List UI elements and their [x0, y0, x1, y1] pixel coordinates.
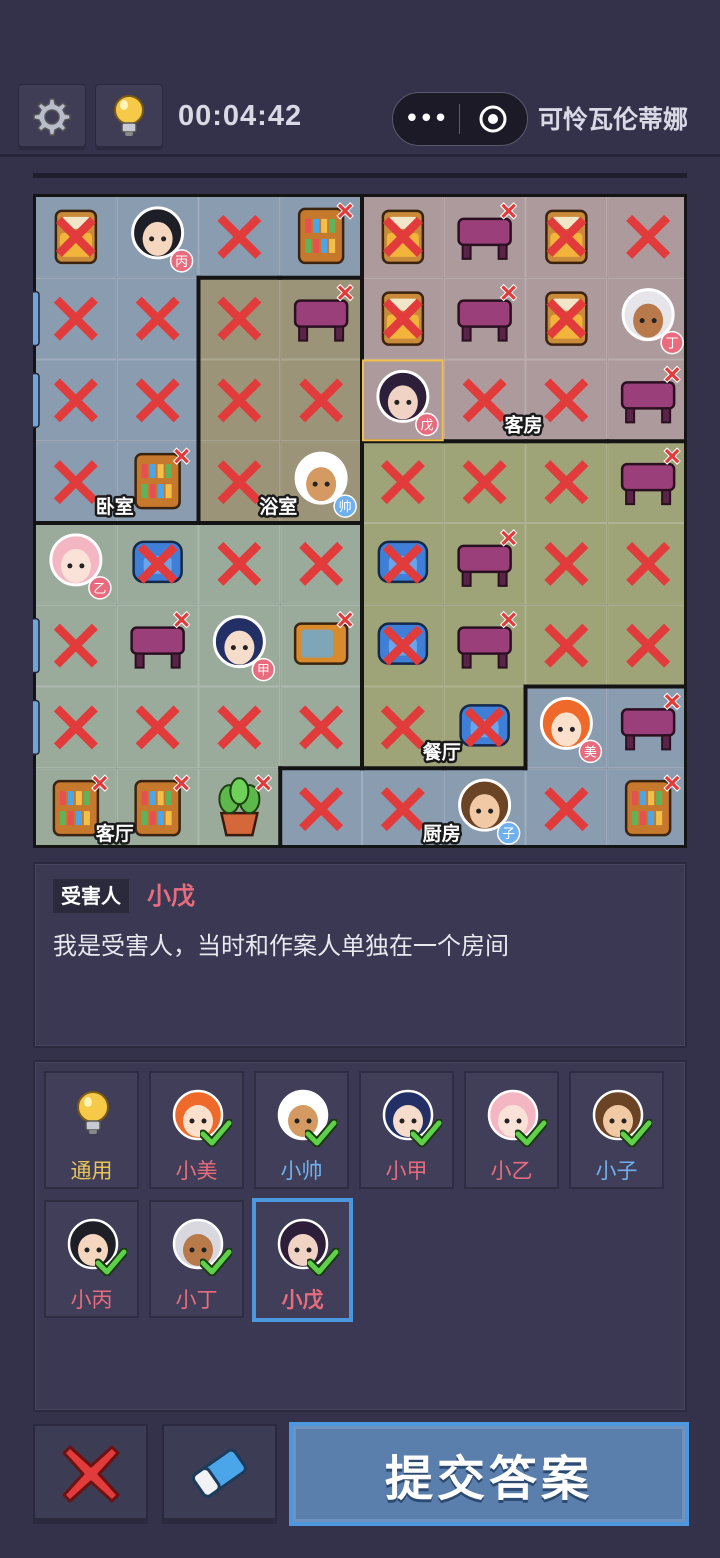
- settings-button[interactable]: [18, 84, 86, 150]
- door-marker: [33, 372, 40, 428]
- character-badge-label: 乙: [93, 582, 106, 597]
- clue-character-name: 小戊: [147, 882, 195, 910]
- door-marker: [33, 618, 40, 674]
- room-label: 浴室: [259, 495, 297, 518]
- room-label: 客厅: [96, 822, 134, 845]
- character-card-label: 小美: [175, 1159, 218, 1183]
- character-card[interactable]: 小帅: [254, 1071, 349, 1189]
- character-badge-label: 丙: [175, 255, 188, 270]
- checkmark-icon: [620, 1119, 652, 1147]
- room-label: 客房: [504, 413, 542, 436]
- character-card-label: 小甲: [385, 1159, 428, 1183]
- tv-icon: [293, 622, 349, 665]
- checkmark-icon: [307, 1248, 339, 1276]
- door-marker: [33, 291, 40, 347]
- top-bar: 00:04:42 ••• 可怜瓦伦蒂娜: [0, 80, 720, 156]
- submit-answer-button[interactable]: 提交答案: [289, 1422, 689, 1526]
- checkmark-icon: [410, 1119, 442, 1147]
- checkmark-icon: [200, 1119, 232, 1147]
- character-card-label: 小乙: [490, 1159, 533, 1183]
- character-card-label: 通用: [70, 1159, 113, 1183]
- eraser-icon: [191, 1448, 247, 1498]
- eraser-button[interactable]: [162, 1424, 277, 1524]
- bookshelf-icon: [134, 779, 181, 837]
- character-card[interactable]: 通用: [44, 1071, 139, 1189]
- character-card[interactable]: 小乙: [464, 1071, 559, 1189]
- game-timer: 00:04:42: [178, 100, 303, 132]
- lightbulb-icon: [77, 1091, 109, 1134]
- board-top-strip: [33, 173, 687, 178]
- character-badge-label: 子: [502, 827, 515, 842]
- clue-text: 我是受害人，当时和作案人单独在一个房间: [53, 932, 509, 960]
- character-picker: 通用 小美 小帅 小甲 小乙 小子小丙 小丁 小戊: [33, 1060, 687, 1412]
- target-icon: [479, 105, 507, 133]
- game-board: 丙丁戊帅乙甲美子 卧室 浴室 客房客厅 餐厅厨房: [33, 194, 687, 848]
- bookshelf-icon: [52, 779, 100, 837]
- checkmark-icon: [200, 1248, 232, 1276]
- character-badge-label: 甲: [257, 664, 270, 679]
- bookshelf-icon: [134, 452, 181, 510]
- character-badge-label: 戊: [420, 418, 433, 433]
- clue-panel: 受害人 小戊 我是受害人，当时和作案人单独在一个房间: [33, 862, 687, 1048]
- character-card[interactable]: 小戊: [252, 1198, 353, 1322]
- character-badge-label: 美: [584, 745, 597, 760]
- board-grid: 丙丁戊帅乙甲美子 卧室 浴室 客房客厅 餐厅厨房: [33, 194, 687, 848]
- close-mini-program-button[interactable]: [460, 104, 528, 134]
- checkmark-icon: [515, 1119, 547, 1147]
- mini-program-capsule: •••: [392, 92, 528, 146]
- character-card-label: 小子: [595, 1159, 638, 1183]
- character-badge-label: 帅: [339, 500, 352, 515]
- room-label: 餐厅: [423, 740, 461, 763]
- checkmark-icon: [305, 1119, 337, 1147]
- character-card[interactable]: 小丙: [44, 1200, 139, 1318]
- character-card[interactable]: 小美: [149, 1071, 244, 1189]
- header-divider: [0, 154, 720, 157]
- character-card-label: 小丁: [175, 1288, 218, 1312]
- player-name: 可怜瓦伦蒂娜: [538, 105, 689, 134]
- submit-answer-label: 提交答案: [384, 1451, 593, 1507]
- character-card-label: 小丙: [70, 1288, 113, 1312]
- bookshelf-icon: [297, 207, 345, 265]
- character-card-label: 小戊: [281, 1288, 324, 1312]
- character-card-label: 小帅: [280, 1159, 323, 1183]
- room-label: 卧室: [96, 495, 134, 518]
- more-button[interactable]: •••: [393, 92, 459, 146]
- clue-role-tag: 受害人: [53, 879, 129, 913]
- gear-icon: [33, 98, 71, 136]
- character-card[interactable]: 小甲: [359, 1071, 454, 1189]
- character-card[interactable]: 小子: [569, 1071, 664, 1189]
- door-marker: [33, 699, 40, 755]
- character-card[interactable]: 小丁: [149, 1200, 244, 1318]
- checkmark-icon: [95, 1248, 127, 1276]
- bookshelf-icon: [624, 779, 672, 837]
- red-x-icon: [62, 1445, 119, 1503]
- room-label: 厨房: [423, 822, 461, 845]
- hint-button[interactable]: [95, 84, 163, 150]
- character-badge-label: 丁: [666, 337, 679, 352]
- clear-button[interactable]: [33, 1424, 148, 1524]
- lightbulb-icon: [114, 95, 144, 136]
